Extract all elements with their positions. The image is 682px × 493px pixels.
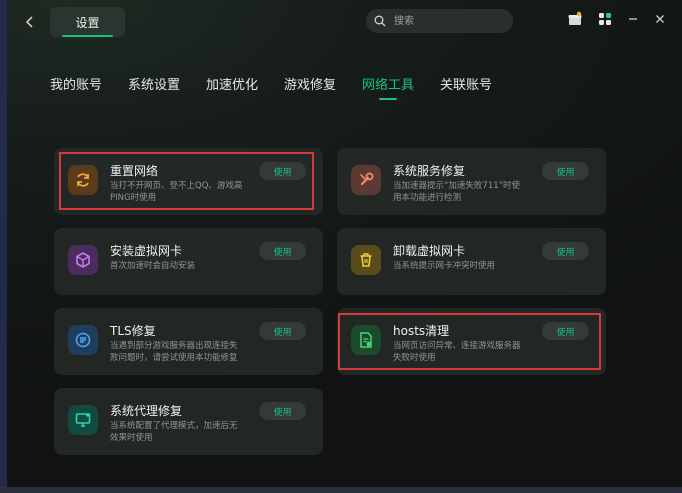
tab-game-repair[interactable]: 游戏修复	[284, 74, 336, 93]
back-button[interactable]	[22, 12, 38, 32]
gift-box-button[interactable]	[566, 10, 584, 28]
use-button[interactable]: 使用	[259, 322, 306, 340]
wrench-icon	[360, 172, 374, 186]
highlight-box-reset-network	[59, 152, 314, 210]
tool-card-install-virtual-nic: 安装虚拟网卡 首次加速时会自动安装 使用	[54, 228, 323, 295]
tool-title: 系统代理修复	[110, 404, 183, 418]
minimize-button[interactable]	[624, 10, 642, 28]
use-button[interactable]: 使用	[259, 402, 306, 420]
settings-tabs: 我的账号 系统设置 加速优化 游戏修复 网络工具 关联账号	[0, 74, 682, 104]
apps-button[interactable]	[596, 10, 614, 28]
tool-description: 当系统配置了代理模式，加速后无效果时使用	[110, 421, 238, 443]
gift-box-icon	[568, 11, 582, 25]
search-box[interactable]	[366, 9, 513, 33]
use-button[interactable]: 使用	[542, 242, 589, 260]
tool-icon-box	[68, 325, 98, 355]
settings-tab-label: 设置	[75, 15, 100, 30]
highlight-box-hosts-cleanup	[338, 313, 601, 370]
tool-description: 当加速器提示“加速失败711”时使用本功能进行检测	[393, 181, 521, 203]
cube-icon	[76, 252, 90, 268]
bottom-edge-strip	[0, 487, 682, 493]
tab-linked-accounts[interactable]: 关联账号	[440, 74, 492, 93]
tool-description: 当遇到部分游戏服务器出现连接失败问题时，请尝试使用本功能修复	[110, 341, 238, 363]
search-input[interactable]	[392, 14, 506, 28]
close-icon	[656, 15, 664, 23]
tool-icon-box	[68, 245, 98, 275]
tool-card-uninstall-virtual-nic: 卸载虚拟网卡 当系统提示网卡冲突时使用 使用	[337, 228, 606, 295]
tool-description: 首次加速时会自动安装	[110, 261, 196, 271]
use-button[interactable]: 使用	[259, 242, 306, 260]
tool-title: 安装虚拟网卡	[110, 244, 183, 258]
tool-icon-box	[351, 245, 381, 275]
tool-title: 系统服务修复	[393, 164, 466, 178]
trash-icon	[360, 253, 372, 267]
tab-settings-header[interactable]: 设置	[50, 7, 125, 37]
tls-icon	[75, 332, 91, 348]
tool-icon-box	[351, 165, 381, 195]
tab-system-settings[interactable]: 系统设置	[128, 74, 180, 93]
use-button[interactable]: 使用	[542, 162, 589, 180]
tool-card-system-service-repair: 系统服务修复 当加速器提示“加速失败711”时使用本功能进行检测 使用	[337, 148, 606, 215]
minimize-icon	[629, 18, 637, 20]
tab-my-account[interactable]: 我的账号	[50, 74, 102, 93]
tool-card-system-proxy-repair: 系统代理修复 当系统配置了代理模式，加速后无效果时使用 使用	[54, 388, 323, 455]
tool-description: 当系统提示网卡冲突时使用	[393, 261, 496, 271]
chevron-left-icon	[25, 16, 33, 28]
tool-title: TLS修复	[110, 324, 156, 338]
tab-network-tools[interactable]: 网络工具	[362, 74, 414, 93]
close-button[interactable]	[651, 10, 669, 28]
monitor-icon	[75, 413, 91, 427]
search-icon	[374, 15, 386, 27]
tool-title: 卸载虚拟网卡	[393, 244, 466, 258]
tool-icon-box	[68, 405, 98, 435]
tool-card-tls-repair: TLS修复 当遇到部分游戏服务器出现连接失败问题时，请尝试使用本功能修复 使用	[54, 308, 323, 375]
grid-apps-icon	[599, 13, 611, 25]
tab-acceleration[interactable]: 加速优化	[206, 74, 258, 93]
